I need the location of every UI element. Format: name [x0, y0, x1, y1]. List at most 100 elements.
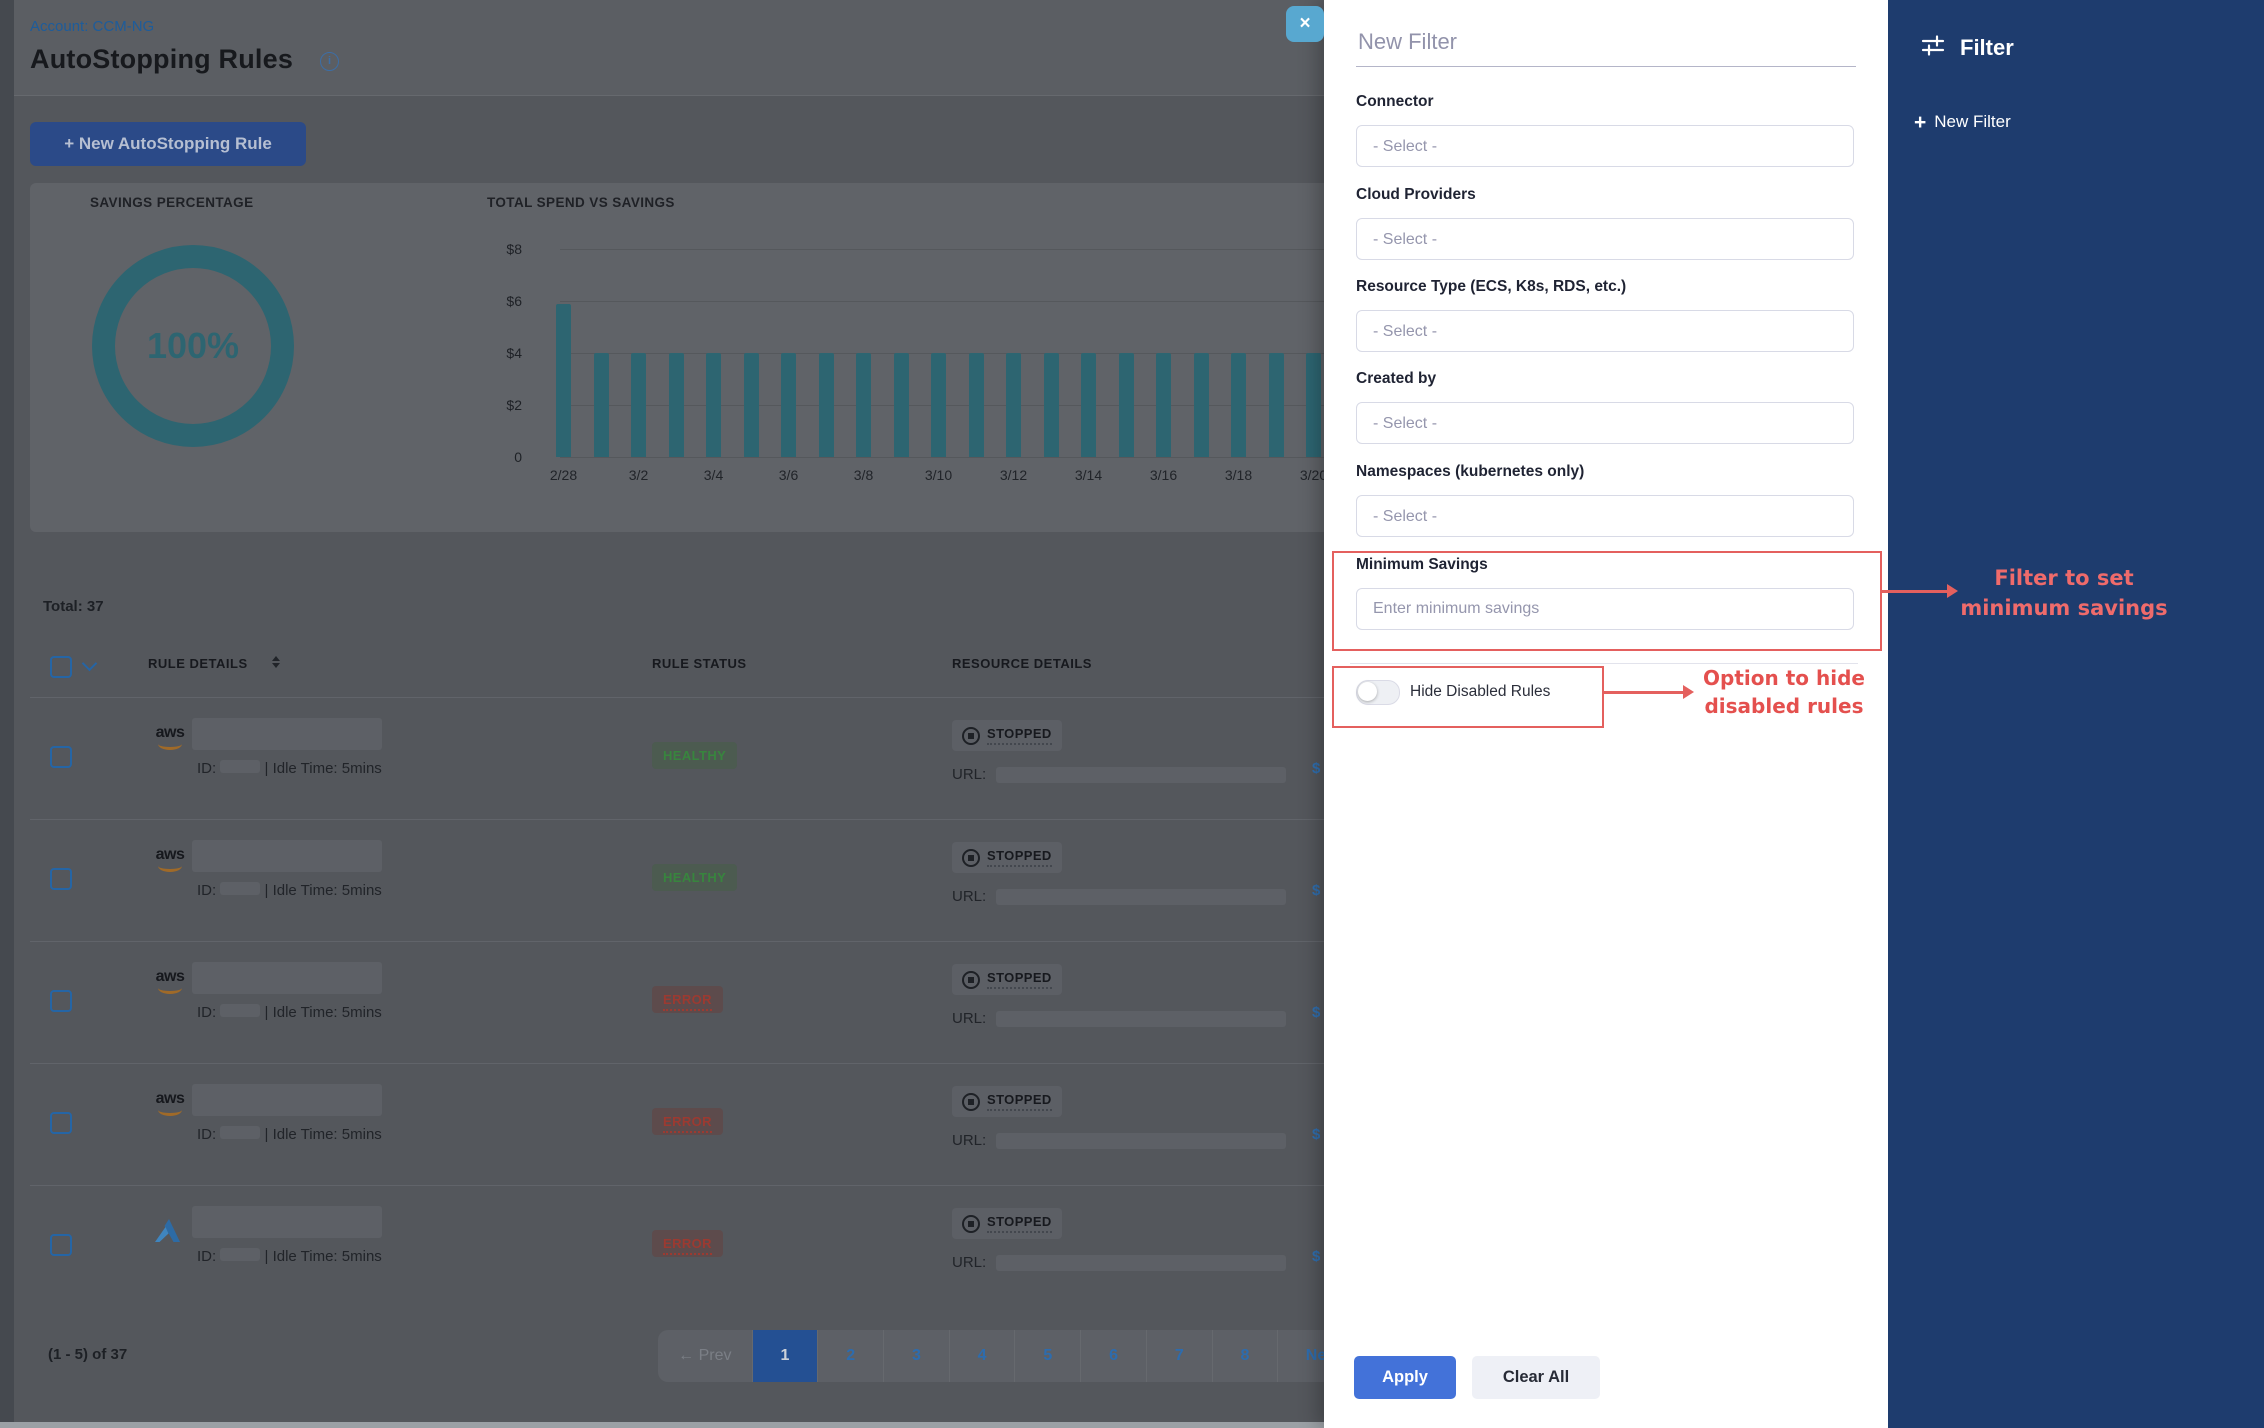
page-button-3[interactable]: 3 [884, 1330, 950, 1382]
row-checkbox[interactable] [50, 746, 72, 768]
aws-icon: aws [150, 848, 190, 872]
spend-bar [931, 353, 946, 457]
rule-id-line: ID: | Idle Time: 5mins [197, 760, 382, 777]
row-checkbox[interactable] [50, 1112, 72, 1134]
sort-icon[interactable] [272, 656, 280, 668]
x-axis-tick: 3/2 [616, 467, 662, 483]
status-badge: HEALTHY [652, 864, 737, 891]
pagination-range-label: (1 - 5) of 37 [48, 1346, 127, 1363]
stopped-icon [962, 849, 980, 867]
namespaces-select[interactable]: - Select - [1356, 495, 1854, 537]
resource-state-badge[interactable]: STOPPED [952, 1208, 1062, 1239]
spend-chart-title: TOTAL SPEND VS SAVINGS [487, 195, 675, 210]
row-checkbox[interactable] [50, 1234, 72, 1256]
created-by-select[interactable]: - Select - [1356, 402, 1854, 444]
row-checkbox[interactable] [50, 868, 72, 890]
apply-button[interactable]: Apply [1354, 1356, 1456, 1399]
connector-select[interactable]: - Select - [1356, 125, 1854, 167]
redacted-rule-name [192, 1084, 382, 1116]
x-axis-tick: 3/10 [916, 467, 962, 483]
spend-bar [1119, 353, 1134, 457]
status-badge: ERROR [652, 1230, 723, 1257]
y-axis-tick: 0 [470, 449, 522, 465]
rule-id-line: ID: | Idle Time: 5mins [197, 1004, 382, 1021]
status-badge: ERROR [652, 986, 723, 1013]
filter-rail: Filter + New Filter [1888, 0, 2264, 1428]
page-button-7[interactable]: 7 [1147, 1330, 1213, 1382]
spend-bar [1044, 353, 1059, 457]
close-icon[interactable]: × [1286, 6, 1324, 42]
redacted-rule-name [192, 840, 382, 872]
spend-bar [819, 353, 834, 457]
resource-state-badge[interactable]: STOPPED [952, 1086, 1062, 1117]
clear-all-button[interactable]: Clear All [1472, 1356, 1600, 1399]
spend-bar [1231, 353, 1246, 457]
rule-id-line: ID: | Idle Time: 5mins [197, 882, 382, 899]
spend-bar [556, 304, 571, 457]
resource-type-select[interactable]: - Select - [1356, 310, 1854, 352]
spend-bar [594, 353, 609, 457]
resource-state-badge[interactable]: STOPPED [952, 964, 1062, 995]
breadcrumb-account-link[interactable]: Account: CCM-NG [30, 18, 154, 35]
x-axis-tick: 3/14 [1066, 467, 1112, 483]
column-rule-status: RULE STATUS [652, 656, 747, 671]
page-button-2[interactable]: 2 [818, 1330, 884, 1382]
x-axis-tick: 3/16 [1141, 467, 1187, 483]
table-total-count: Total: 37 [43, 598, 104, 615]
prev-page-button[interactable]: ← Prev [658, 1330, 753, 1382]
spend-bar [781, 353, 796, 457]
resource-state-badge[interactable]: STOPPED [952, 720, 1062, 751]
aws-icon: aws [150, 726, 190, 750]
spend-bar [1269, 353, 1284, 457]
page-button-5[interactable]: 5 [1015, 1330, 1081, 1382]
spend-bar [1306, 353, 1321, 457]
info-icon[interactable]: i [320, 52, 339, 71]
y-axis-tick: $4 [470, 345, 522, 361]
page-button-4[interactable]: 4 [950, 1330, 1016, 1382]
stopped-icon [962, 1215, 980, 1233]
rule-id-line: ID: | Idle Time: 5mins [197, 1248, 382, 1265]
savings-percentage-title: SAVINGS PERCENTAGE [90, 195, 253, 210]
x-axis-tick: 3/4 [691, 467, 737, 483]
new-filter-rail-item[interactable]: + New Filter [1914, 112, 2011, 132]
hide-disabled-rules-label: Hide Disabled Rules [1410, 683, 1550, 701]
chevron-down-icon[interactable] [82, 656, 98, 672]
savings-fragment: $ [1312, 1004, 1320, 1021]
filter-name-input[interactable] [1356, 28, 1860, 56]
section-divider [1350, 663, 1858, 664]
spend-bar [969, 353, 984, 457]
y-axis-tick: $6 [470, 293, 522, 309]
row-checkbox[interactable] [50, 990, 72, 1012]
minimum-savings-input[interactable] [1356, 588, 1854, 630]
new-filter-drawer: Connector - Select - Cloud Providers - S… [1324, 0, 1888, 1428]
page-button-1[interactable]: 1 [753, 1330, 819, 1382]
y-axis-tick: $2 [470, 397, 522, 413]
aws-icon: aws [150, 970, 190, 994]
y-axis-tick: $8 [470, 241, 522, 257]
plus-icon: + [1914, 114, 1926, 131]
sliders-icon [1920, 32, 1946, 63]
resource-url-line: URL: [952, 1010, 1286, 1027]
redacted-rule-name [192, 718, 382, 750]
cloud-providers-select[interactable]: - Select - [1356, 218, 1854, 260]
namespaces-label: Namespaces (kubernetes only) [1356, 463, 1584, 481]
select-all-checkbox[interactable] [50, 656, 72, 678]
rule-id-line: ID: | Idle Time: 5mins [197, 1126, 382, 1143]
hide-disabled-rules-toggle[interactable] [1356, 680, 1400, 705]
resource-url-line: URL: [952, 1254, 1286, 1271]
x-axis-tick: 2/28 [541, 467, 587, 483]
resource-state-badge[interactable]: STOPPED [952, 842, 1062, 873]
spend-bar [1194, 353, 1209, 457]
spend-bar [894, 353, 909, 457]
connector-label: Connector [1356, 93, 1434, 111]
column-resource-details: RESOURCE DETAILS [952, 656, 1092, 671]
resource-type-label: Resource Type (ECS, K8s, RDS, etc.) [1356, 278, 1626, 296]
savings-fragment: $ [1312, 1126, 1320, 1143]
page-button-8[interactable]: 8 [1213, 1330, 1279, 1382]
spend-bar [669, 353, 684, 457]
collapsed-nav-strip [0, 0, 14, 1428]
savings-donut-value: 100% [92, 245, 294, 447]
aws-icon: aws [150, 1092, 190, 1116]
page-button-6[interactable]: 6 [1081, 1330, 1147, 1382]
new-autostopping-rule-button[interactable]: + New AutoStopping Rule [30, 122, 306, 166]
